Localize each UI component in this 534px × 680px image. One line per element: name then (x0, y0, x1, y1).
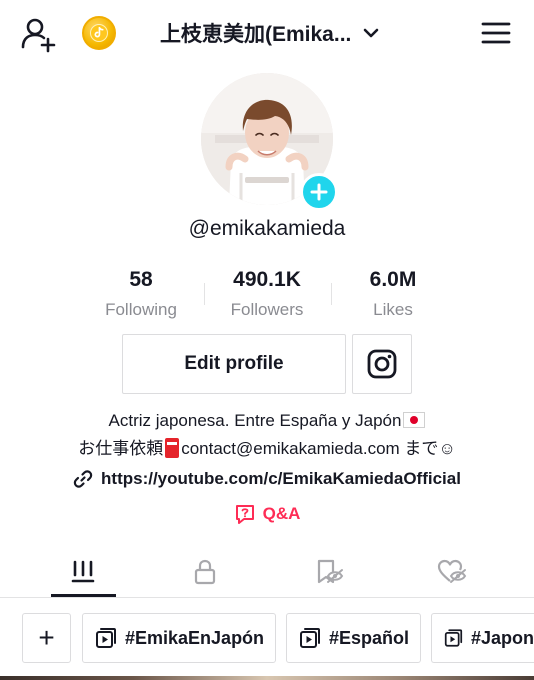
instagram-button[interactable] (352, 334, 412, 394)
bio-text: お仕事依頼 (78, 439, 164, 458)
playlist-icon (300, 628, 320, 648)
chevron-down-icon (364, 28, 379, 38)
stat-label: Followers (230, 300, 304, 319)
username: @emikakamieda (188, 217, 346, 240)
account-switcher[interactable]: 上枝恵美加(Emika... (160, 16, 381, 50)
link-icon (73, 470, 93, 488)
stat-divider (204, 283, 205, 305)
smile-emoji: ☺ (438, 439, 456, 458)
instagram-icon (367, 349, 397, 379)
profile-link[interactable]: https://youtube.com/c/EmikaKamiedaOffici… (0, 469, 534, 489)
stat-following[interactable]: 58 Following (81, 268, 201, 320)
playlist-label: #Español (329, 627, 410, 648)
lock-icon (194, 559, 216, 585)
tabs-divider (0, 597, 534, 598)
playlist-chip[interactable]: #EmikaEnJapón (82, 613, 276, 663)
add-playlist-button[interactable]: + (22, 613, 71, 663)
bio-text: contact@emikakamieda.com まで (181, 439, 439, 458)
hidden-bookmark-icon (317, 559, 344, 584)
stat-value: 58 (129, 268, 153, 291)
stat-label: Following (105, 300, 177, 319)
tab-private[interactable] (173, 554, 237, 590)
coin-inner (90, 24, 108, 42)
top-bar: 上枝恵美加(Emika... (0, 0, 534, 66)
bio-line-1: Actriz japonesa. Entre España y Japón (0, 411, 534, 431)
tab-liked[interactable] (420, 554, 484, 590)
add-avatar-button[interactable] (300, 173, 338, 211)
qa-label: Q&A (262, 504, 301, 523)
menu-icon[interactable] (480, 18, 512, 48)
playlist-row: + #EmikaEnJapón #Español #Japon (0, 613, 534, 663)
qa-link[interactable]: Q&A (0, 503, 534, 525)
tab-videos[interactable] (51, 554, 115, 590)
stat-likes[interactable]: 6.0M Likes (333, 268, 453, 320)
stat-value: 6.0M (369, 268, 417, 291)
qa-icon (235, 505, 254, 524)
playlist-label: #EmikaEnJapón (125, 627, 265, 648)
stat-value: 490.1K (233, 268, 301, 291)
playlist-chip[interactable]: #Japon (431, 613, 534, 663)
link-url: https://youtube.com/c/EmikaKamiedaOffici… (101, 469, 461, 488)
stat-label: Likes (373, 300, 413, 319)
playlist-chip[interactable]: #Español (286, 613, 421, 663)
playlist-icon (444, 629, 463, 647)
hidden-heart-icon (437, 559, 467, 583)
add-user-icon[interactable] (18, 14, 58, 54)
bio-text: Actriz japonesa. Entre España y Japón (108, 411, 402, 430)
account-title: 上枝恵美加(Emika... (160, 23, 352, 46)
coin-icon[interactable] (82, 16, 116, 50)
grid-icon (71, 560, 95, 583)
tab-saved[interactable] (297, 554, 361, 590)
bio-line-2: お仕事依頼 contact@emikakamieda.com まで☺ (0, 434, 534, 459)
stat-followers[interactable]: 490.1K Followers (207, 268, 327, 320)
edit-profile-button[interactable]: Edit profile (122, 334, 346, 394)
plus-icon (310, 183, 328, 201)
playlist-label: #Japon (470, 627, 534, 648)
postbox-icon (165, 438, 180, 458)
playlist-icon (96, 628, 116, 648)
plus-icon: + (38, 622, 55, 653)
japan-flag-icon (403, 412, 426, 428)
video-thumbnails-edge (0, 676, 534, 680)
stat-divider (331, 283, 332, 305)
